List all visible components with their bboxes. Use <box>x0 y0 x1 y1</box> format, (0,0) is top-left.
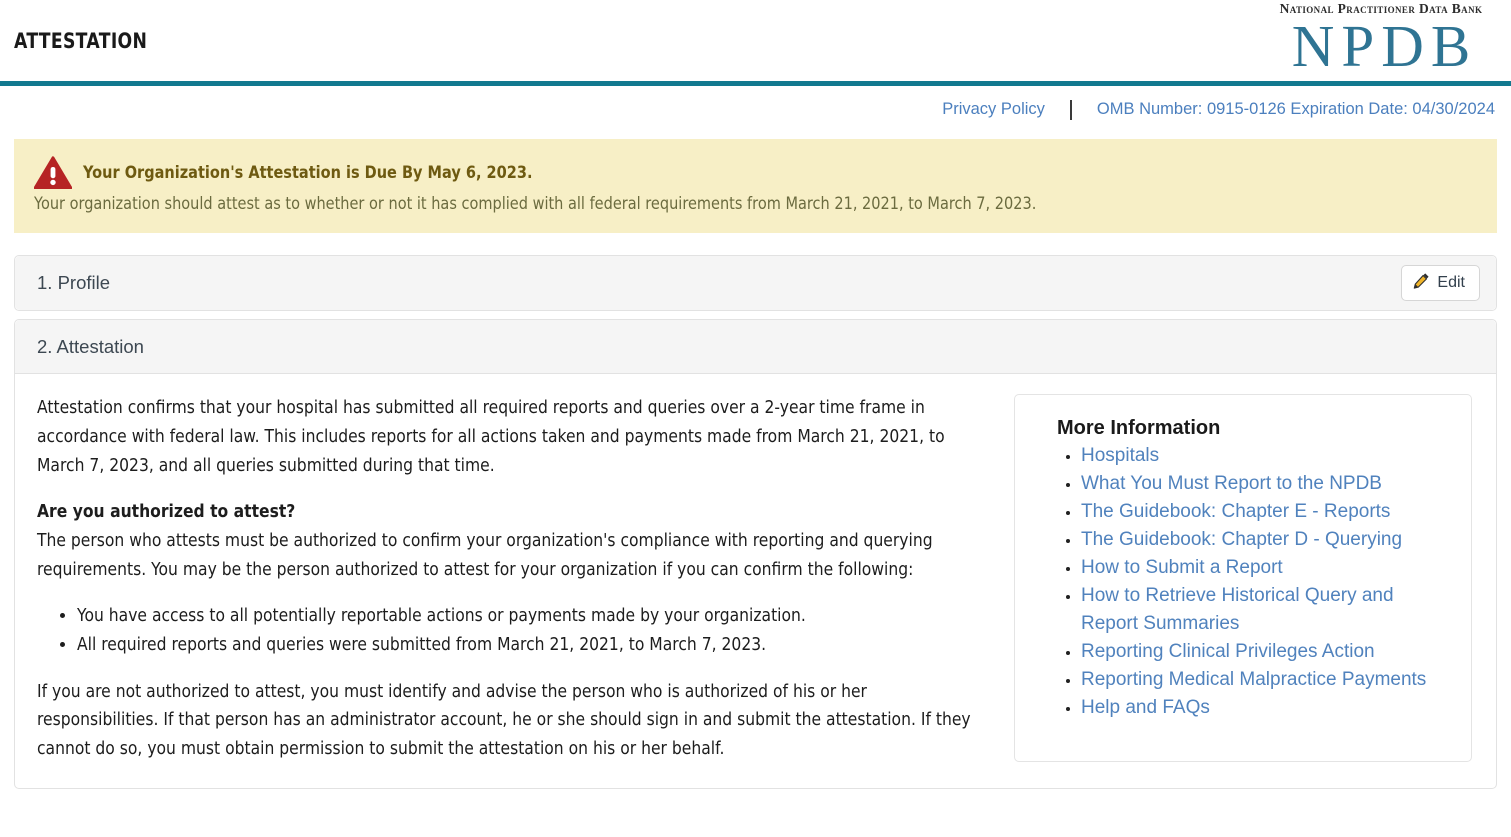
edit-profile-button[interactable]: Edit <box>1401 265 1480 302</box>
more-information-title: More Information <box>1057 417 1221 440</box>
attestation-bullet-1: You have access to all potentially repor… <box>77 606 806 627</box>
attestation-panel-header: 2. Attestation <box>15 320 1496 375</box>
attestation-paragraph-2: The person who attests must be authorize… <box>37 527 992 584</box>
pencil-icon <box>1413 272 1430 294</box>
list-item: How to Retrieve Historical Query and Rep… <box>1081 582 1451 638</box>
more-info-link-hospitals[interactable]: Hospitals <box>1081 445 1159 466</box>
more-info-link-reporting-malpractice-payments[interactable]: Reporting Medical Malpractice Payments <box>1081 669 1426 690</box>
list-item: How to Submit a Report <box>1081 554 1451 582</box>
list-item: Hospitals <box>1081 442 1451 470</box>
attestation-question-heading: Are you authorized to attest? <box>37 498 992 527</box>
more-info-link-retrieve-historical-summaries[interactable]: How to Retrieve Historical Query and Rep… <box>1081 585 1394 634</box>
list-item: The Guidebook: Chapter D - Querying <box>1081 526 1451 554</box>
list-item: All required reports and queries were su… <box>77 631 992 660</box>
more-info-link-guidebook-chapter-d[interactable]: The Guidebook: Chapter D - Querying <box>1081 529 1402 550</box>
attestation-paragraph-3: If you are not authorized to attest, you… <box>37 678 992 764</box>
profile-panel-header: 1. Profile Edit <box>15 256 1496 311</box>
attestation-bullet-list: You have access to all potentially repor… <box>37 602 992 659</box>
utility-bar-divider <box>1069 99 1072 120</box>
profile-panel: 1. Profile Edit <box>14 255 1497 312</box>
profile-section-title: 1. Profile <box>37 272 111 294</box>
attestation-panel-body: Attestation confirms that your hospital … <box>15 374 1496 787</box>
attestation-paragraph-3-text: If you are not authorized to attest, you… <box>37 681 971 759</box>
privacy-policy-link[interactable]: Privacy Policy <box>942 100 1045 119</box>
attestation-text-column: Attestation confirms that your hospital … <box>37 394 992 763</box>
list-item: What You Must Report to the NPDB <box>1081 470 1451 498</box>
utility-bar: Privacy Policy OMB Number: 0915-0126 Exp… <box>0 86 1511 133</box>
more-info-link-what-you-must-report[interactable]: What You Must Report to the NPDB <box>1081 473 1382 494</box>
list-item: You have access to all potentially repor… <box>77 602 992 631</box>
site-header: ATTESTATION National Practitioner Data B… <box>0 0 1511 86</box>
alert-heading-row: Your Organization's Attestation is Due B… <box>33 156 1477 190</box>
attestation-bullet-2: All required reports and queries were su… <box>77 634 767 655</box>
attestation-panel: 2. Attestation Attestation confirms that… <box>14 319 1497 789</box>
page-title: ATTESTATION <box>14 29 148 53</box>
attestation-section-title: 2. Attestation <box>37 335 144 357</box>
more-info-link-reporting-clinical-privileges[interactable]: Reporting Clinical Privileges Action <box>1081 641 1375 662</box>
more-information-list: Hospitals What You Must Report to the NP… <box>1035 442 1451 721</box>
attestation-question-heading-text: Are you authorized to attest? <box>37 502 296 523</box>
attestation-paragraph-1: Attestation confirms that your hospital … <box>37 394 992 480</box>
list-item: The Guidebook: Chapter E - Reports <box>1081 498 1451 526</box>
omb-number-link[interactable]: OMB Number: 0915-0126 Expiration Date: 0… <box>1097 100 1495 119</box>
more-info-link-help-and-faqs[interactable]: Help and FAQs <box>1081 697 1210 718</box>
warning-triangle-icon <box>33 156 73 190</box>
edit-profile-label: Edit <box>1437 274 1465 292</box>
attestation-paragraph-2-text: The person who attests must be authorize… <box>37 530 933 580</box>
attestation-due-alert: Your Organization's Attestation is Due B… <box>14 139 1497 234</box>
npdb-logo-mark: NPDB <box>1291 12 1478 79</box>
more-information-box: More Information Hospitals What You Must… <box>1014 394 1472 763</box>
alert-body: Your organization should attest as to wh… <box>34 194 1037 213</box>
list-item: Reporting Clinical Privileges Action <box>1081 638 1451 666</box>
alert-title: Your Organization's Attestation is Due B… <box>83 163 533 182</box>
more-info-link-how-to-submit-a-report[interactable]: How to Submit a Report <box>1081 557 1283 578</box>
npdb-logo: National Practitioner Data Bank NPDB <box>1265 2 1497 79</box>
attestation-paragraph-1-text: Attestation confirms that your hospital … <box>37 398 945 476</box>
list-item: Help and FAQs <box>1081 694 1451 722</box>
more-info-link-guidebook-chapter-e[interactable]: The Guidebook: Chapter E - Reports <box>1081 501 1390 522</box>
list-item: Reporting Medical Malpractice Payments <box>1081 666 1451 694</box>
